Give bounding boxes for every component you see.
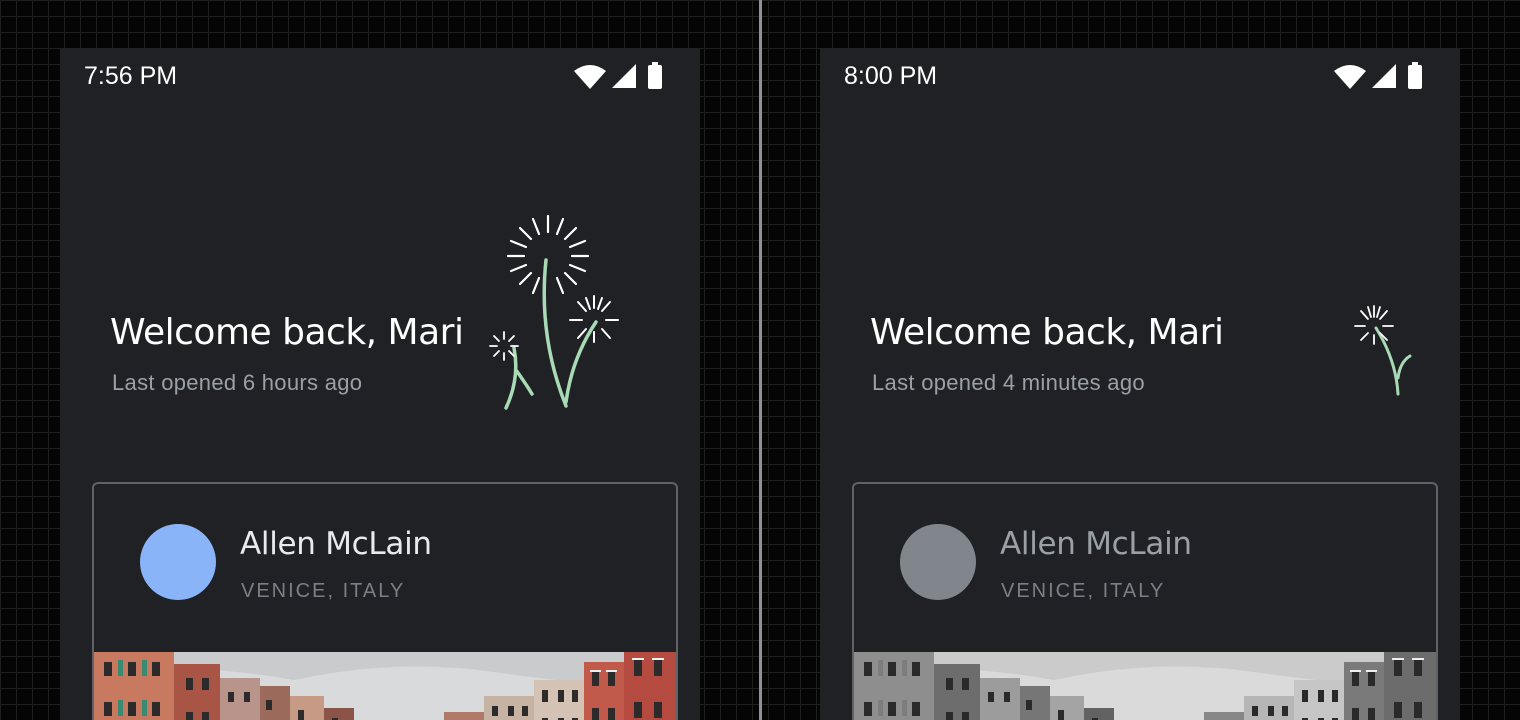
small-seedhead — [489, 331, 519, 361]
battery-icon — [1408, 62, 1422, 89]
status-icons — [574, 62, 662, 89]
status-bar: 7:56 PM — [60, 48, 700, 104]
status-icons — [1334, 62, 1422, 89]
status-time: 8:00 PM — [844, 62, 938, 90]
avatar — [140, 524, 216, 600]
cellular-signal-icon — [1372, 64, 1396, 88]
battery-icon — [648, 62, 662, 89]
dandelion-illustration-icon — [489, 214, 619, 410]
welcome-heading: Welcome back, Mari — [870, 312, 1224, 353]
contact-location: VENICE, ITALY — [1001, 580, 1166, 602]
welcome-heading: Welcome back, Mari — [110, 312, 464, 353]
venice-photo — [94, 652, 676, 720]
wifi-icon — [1334, 65, 1366, 89]
dandelion-illustration-icon — [1354, 305, 1412, 396]
avatar — [900, 524, 976, 600]
contact-location: VENICE, ITALY — [241, 580, 406, 602]
wifi-icon — [574, 65, 606, 89]
contact-name: Allen McLain — [1000, 526, 1192, 562]
contact-card[interactable]: Allen McLain VENICE, ITALY — [92, 482, 678, 720]
status-time: 7:56 PM — [84, 62, 178, 90]
comparison-divider — [759, 0, 762, 720]
contact-card[interactable]: Allen McLain VENICE, ITALY — [852, 482, 1438, 720]
phone-screen-after: 8:00 PM Welcome back, Mari Last opened 4… — [820, 48, 1460, 720]
large-seedhead — [506, 214, 590, 295]
venice-photo — [854, 652, 1436, 720]
phone-screen-before: 7:56 PM Welcome back, Mari Last opened 6… — [60, 48, 700, 720]
medium-seedhead — [569, 295, 619, 343]
small-seedhead — [1354, 305, 1394, 345]
last-opened-text: Last opened 6 hours ago — [112, 370, 363, 395]
cellular-signal-icon — [612, 64, 636, 88]
status-bar: 8:00 PM — [820, 48, 1460, 104]
contact-name: Allen McLain — [240, 526, 432, 562]
last-opened-text: Last opened 4 minutes ago — [872, 370, 1145, 395]
